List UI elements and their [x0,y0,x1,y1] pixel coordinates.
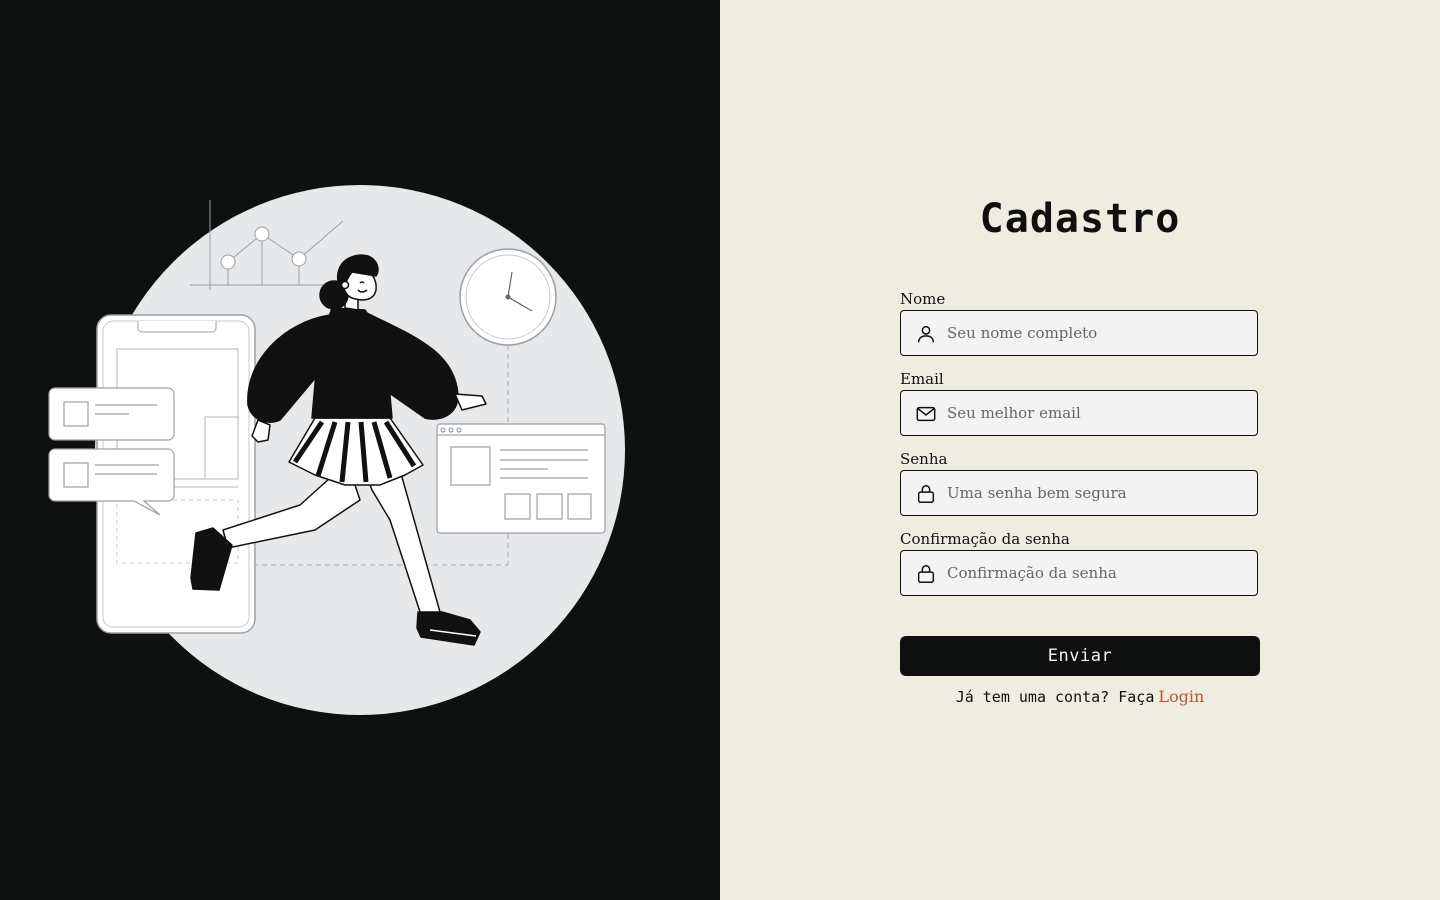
password-input[interactable] [947,471,1247,515]
lock-icon [917,485,935,503]
lock-icon [917,565,935,583]
email-field [900,390,1258,436]
illustration-browser-window [436,423,606,534]
signup-illustration [48,185,625,715]
user-icon [917,325,935,343]
email-input[interactable] [947,391,1247,435]
mail-icon [916,406,936,422]
illustration-clock [459,248,557,346]
name-label: Nome [900,290,946,308]
password-confirm-label: Confirmação da senha [900,530,1070,548]
page-title: Cadastro [979,196,1181,242]
illustration-panel [0,0,720,900]
name-input[interactable] [947,311,1247,355]
email-label: Email [900,370,944,388]
signup-panel: Cadastro Nome Email Senha Confirmação da… [720,0,1440,900]
illustration-chat-bubbles [48,387,175,516]
password-field [900,470,1258,516]
submit-button[interactable]: Enviar [900,636,1260,676]
password-confirm-input[interactable] [947,551,1247,595]
name-field [900,310,1258,356]
login-prompt-text: Já tem uma conta? Faça [955,688,1155,706]
password-label: Senha [900,450,948,468]
password-confirm-field [900,550,1258,596]
login-prompt: Já tem uma conta? Faça Login [720,687,1440,706]
login-link[interactable]: Login [1158,687,1204,706]
